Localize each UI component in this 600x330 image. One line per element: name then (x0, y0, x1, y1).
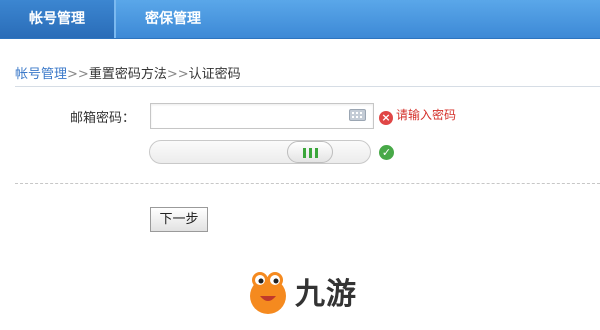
breadcrumb-account-link[interactable]: 帐号管理 (15, 67, 67, 82)
breadcrumb-separator: >> (166, 67, 189, 82)
slide-verification-track (149, 140, 371, 164)
check-success-icon: ✓ (379, 145, 394, 160)
breadcrumb-current: 认证密码 (188, 67, 241, 82)
tab-security-management[interactable]: 密保管理 (116, 0, 230, 38)
email-password-label: 邮箱密码： (70, 111, 136, 126)
error-icon: × (379, 111, 393, 125)
next-step-button[interactable]: 下一步 (150, 207, 208, 232)
top-nav-bar: 帐号管理 密保管理 (0, 0, 600, 39)
dashed-divider (15, 183, 600, 184)
breadcrumb: 帐号管理>>重置密码方法>>认证密码 (15, 63, 241, 82)
virtual-keyboard-icon[interactable] (349, 109, 366, 121)
breadcrumb-reset-method: 重置密码方法 (88, 67, 167, 82)
jiuyou-logo-text: 九游 (295, 277, 357, 312)
tab-account-management[interactable]: 帐号管理 (0, 0, 114, 38)
email-password-input[interactable] (150, 103, 374, 129)
slide-verification-handle[interactable] (287, 141, 333, 163)
breadcrumb-separator: >> (67, 67, 89, 82)
divider (15, 86, 600, 87)
password-error-message: × 请输入密码 (379, 106, 456, 125)
password-error-text: 请输入密码 (396, 108, 457, 122)
